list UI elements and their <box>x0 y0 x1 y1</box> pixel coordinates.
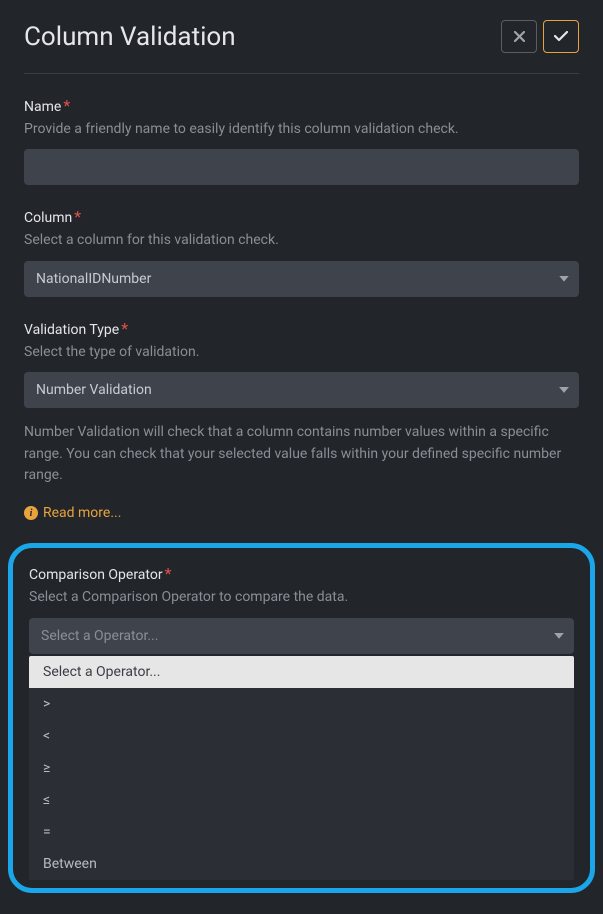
validation-type-help: Select the type of validation. <box>24 342 579 362</box>
check-icon <box>554 31 568 42</box>
required-asterisk: * <box>63 96 70 115</box>
option-lt[interactable]: < <box>29 720 574 752</box>
comparison-help: Select a Comparison Operator to compare … <box>29 587 574 607</box>
validation-type-select[interactable]: Number Validation <box>24 372 579 408</box>
column-field: Column* Select a column for this validat… <box>24 207 579 296</box>
option-between[interactable]: Between <box>29 848 574 880</box>
validation-type-label: Validation Type <box>24 322 119 338</box>
header-actions <box>501 20 579 53</box>
column-select-wrap: NationalIDNumber <box>24 261 579 297</box>
column-validation-modal: Column Validation Name* Provide a friend… <box>0 0 603 913</box>
read-more-link[interactable]: i Read more... <box>24 505 121 521</box>
page-title: Column Validation <box>24 22 236 52</box>
option-lte[interactable]: ≤ <box>29 784 574 816</box>
info-icon: i <box>24 506 38 520</box>
option-eq[interactable]: = <box>29 816 574 848</box>
name-help: Provide a friendly name to easily identi… <box>24 119 579 139</box>
confirm-button[interactable] <box>543 20 579 53</box>
comparison-field: Comparison Operator* Select a Comparison… <box>29 564 574 879</box>
validation-type-select-wrap: Number Validation <box>24 372 579 408</box>
close-icon <box>514 31 525 42</box>
comparison-label: Comparison Operator <box>29 567 163 583</box>
read-more-label: Read more... <box>43 505 121 521</box>
option-placeholder[interactable]: Select a Operator... <box>29 656 574 688</box>
modal-header: Column Validation <box>24 20 579 74</box>
required-asterisk: * <box>74 207 81 226</box>
column-select[interactable]: NationalIDNumber <box>24 261 579 297</box>
option-gte[interactable]: ≥ <box>29 752 574 784</box>
comparison-select[interactable]: Select a Operator... <box>29 618 574 654</box>
required-asterisk: * <box>165 564 172 583</box>
comparison-placeholder: Select a Operator... <box>41 628 158 644</box>
validation-type-description: Number Validation will check that a colu… <box>24 422 579 487</box>
comparison-highlight: Comparison Operator* Select a Comparison… <box>8 543 595 892</box>
option-gt[interactable]: > <box>29 688 574 720</box>
name-field: Name* Provide a friendly name to easily … <box>24 96 579 185</box>
name-label: Name <box>24 99 61 115</box>
comparison-select-wrap: Select a Operator... <box>29 618 574 654</box>
validation-type-value: Number Validation <box>36 382 152 398</box>
validation-type-field: Validation Type* Select the type of vali… <box>24 319 579 522</box>
cancel-button[interactable] <box>501 20 537 53</box>
name-input[interactable] <box>24 149 579 185</box>
column-help: Select a column for this validation chec… <box>24 230 579 250</box>
column-select-value: NationalIDNumber <box>36 271 151 287</box>
required-asterisk: * <box>121 319 128 338</box>
comparison-dropdown: Select a Operator... > < ≥ ≤ = Between <box>29 656 574 880</box>
column-label: Column <box>24 210 72 226</box>
